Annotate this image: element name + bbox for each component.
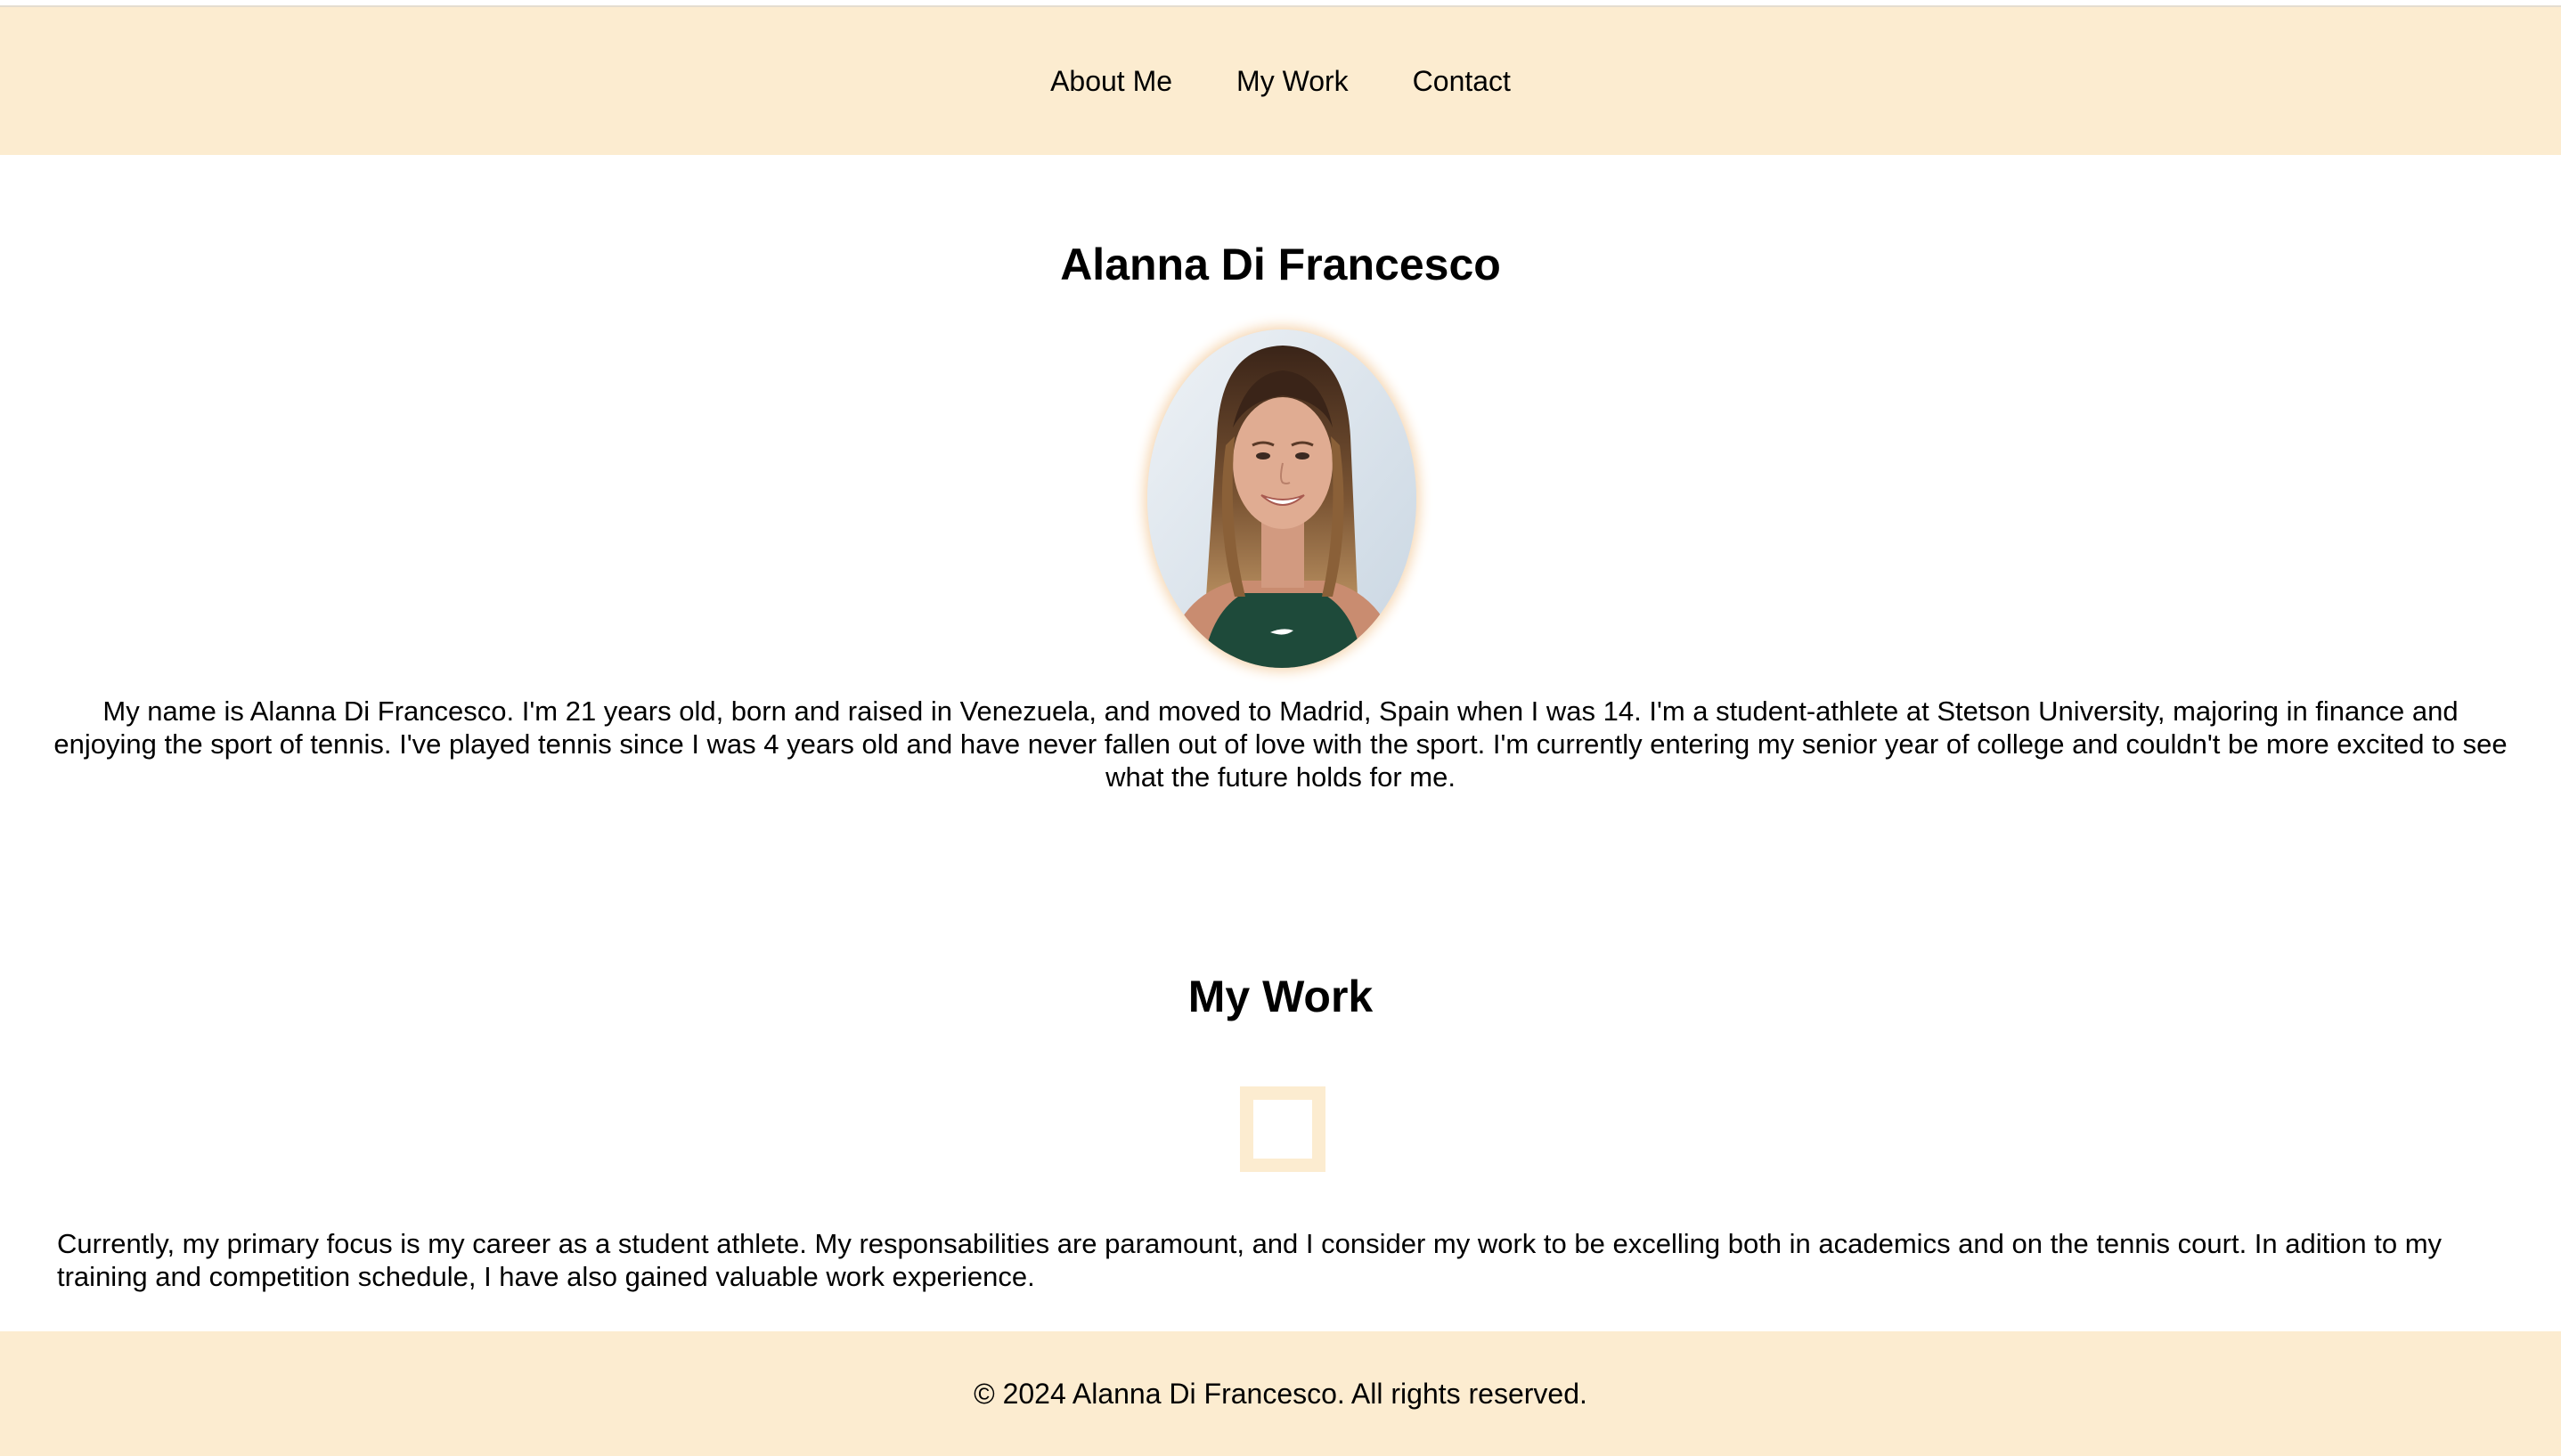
nav-link-my-work[interactable]: My Work bbox=[1204, 7, 1381, 155]
nav-link-contact[interactable]: Contact bbox=[1381, 7, 1543, 155]
site-footer: © 2024 Alanna Di Francesco. All rights r… bbox=[0, 1331, 2561, 1456]
top-divider bbox=[0, 0, 2561, 7]
work-image-placeholder bbox=[1240, 1086, 1325, 1172]
nav-link-about-me[interactable]: About Me bbox=[1018, 7, 1204, 155]
page: About Me My Work Contact Alanna Di Franc… bbox=[0, 0, 2561, 1456]
site-header: About Me My Work Contact bbox=[0, 7, 2561, 155]
main-nav: About Me My Work Contact bbox=[0, 7, 2561, 155]
portrait-image bbox=[1147, 329, 1416, 668]
bio-text: My name is Alanna Di Francesco. I'm 21 y… bbox=[53, 695, 2508, 793]
copyright-text: © 2024 Alanna Di Francesco. All rights r… bbox=[974, 1377, 1587, 1410]
work-paragraph: Currently, my primary focus is my career… bbox=[57, 1228, 2443, 1292]
page-title: Alanna Di Francesco bbox=[1060, 240, 1501, 289]
section-title-my-work: My Work bbox=[1187, 972, 1374, 1021]
profile-photo bbox=[1147, 329, 1416, 668]
